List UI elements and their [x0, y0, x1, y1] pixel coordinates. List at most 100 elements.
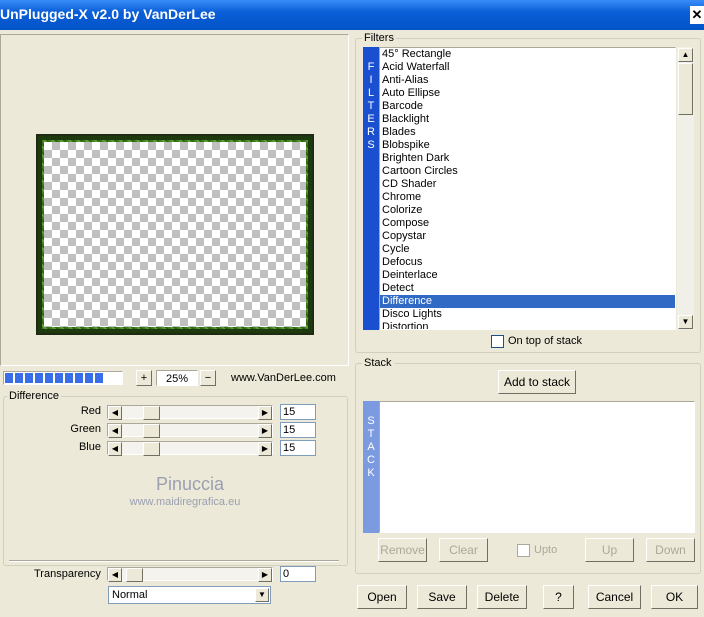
scroll-up-icon[interactable]: ▲ [678, 48, 693, 62]
tab-letter: F [367, 61, 375, 73]
slider-value[interactable]: 15 [280, 440, 316, 456]
watermark-name: Pinuccia [155, 474, 225, 494]
slider-left-arrow[interactable]: ◀ [108, 406, 122, 420]
filter-list-item[interactable]: Blobspike [380, 139, 675, 152]
transparency-value[interactable]: 0 [280, 566, 316, 582]
difference-group-label: Difference [7, 390, 61, 402]
slider-label: Blue [78, 441, 101, 453]
blend-mode-select[interactable]: Normal ▼ [108, 586, 271, 604]
slider-right-arrow[interactable]: ▶ [258, 406, 272, 420]
title-bar: UnPlugged-X v2.0 by VanDerLee ✕ [0, 0, 704, 30]
tab-letter: S [367, 415, 375, 427]
filter-list-item[interactable]: Blacklight [380, 113, 675, 126]
tab-letter: K [367, 467, 375, 479]
upto-label: Upto [534, 544, 558, 556]
filter-list-item[interactable]: 45° Rectangle [380, 48, 675, 61]
up-button[interactable]: Up [585, 538, 634, 562]
open-button[interactable]: Open [357, 585, 407, 609]
slider-thumb[interactable] [126, 568, 143, 582]
slider-label: Green [70, 423, 101, 435]
stack-tab: STACK [363, 401, 379, 533]
upto-checkbox[interactable] [517, 544, 530, 557]
clear-button[interactable]: Clear [439, 538, 488, 562]
filters-group-label: Filters [362, 32, 396, 44]
down-button[interactable]: Down [646, 538, 695, 562]
zoom-in-button[interactable]: + [136, 370, 152, 386]
filter-list-item[interactable]: Disco Lights [380, 308, 675, 321]
tab-letter: E [367, 113, 375, 125]
watermark-url: www.maidiregrafica.eu [129, 496, 241, 508]
on-top-checkbox[interactable] [491, 335, 504, 348]
preview-panel[interactable] [0, 34, 349, 366]
remove-button[interactable]: Remove [378, 538, 427, 562]
stack-group-label: Stack [362, 357, 394, 369]
slider-value[interactable]: 15 [280, 404, 316, 420]
slider-left-arrow[interactable]: ◀ [108, 424, 122, 438]
filter-list-item[interactable]: CD Shader [380, 178, 675, 191]
transparency-slider[interactable]: ◀ ▶ [107, 567, 273, 582]
filter-list-item[interactable]: Detect [380, 282, 675, 295]
value-slider[interactable]: ◀ ▶ [107, 441, 273, 456]
filter-list-item[interactable]: Chrome [380, 191, 675, 204]
value-slider[interactable]: ◀ ▶ [107, 405, 273, 420]
slider-left-arrow[interactable]: ◀ [108, 442, 122, 456]
tab-letter: T [367, 428, 375, 440]
cancel-button[interactable]: Cancel [588, 585, 641, 609]
scroll-down-icon[interactable]: ▼ [678, 315, 693, 329]
tab-letter: S [367, 139, 375, 151]
filter-list[interactable]: 45° Rectangle Acid Waterfall Anti-Alias Aut… [379, 47, 676, 330]
filter-list-item[interactable]: Acid Waterfall [380, 61, 675, 74]
blend-mode-value: Normal [112, 589, 148, 601]
slider-value[interactable]: 15 [280, 422, 316, 438]
divider [9, 560, 339, 562]
add-to-stack-button[interactable]: Add to stack [498, 370, 576, 394]
filter-list-item[interactable]: Compose [380, 217, 675, 230]
slider-right-arrow[interactable]: ▶ [258, 442, 272, 456]
help-button[interactable]: ? [543, 585, 574, 609]
ok-button[interactable]: OK [651, 585, 698, 609]
tab-letter: A [367, 441, 375, 453]
transparency-label: Transparency [34, 568, 101, 580]
filter-list-item[interactable]: Difference [380, 295, 675, 308]
scroll-thumb[interactable] [678, 63, 693, 115]
zoom-value: 25% [156, 370, 198, 386]
minus-icon: − [204, 372, 212, 384]
tab-letter: I [369, 74, 373, 86]
value-slider[interactable]: ◀ ▶ [107, 423, 273, 438]
slider-right-arrow[interactable]: ▶ [258, 568, 272, 582]
filter-list-item[interactable]: Colorize [380, 204, 675, 217]
save-button[interactable]: Save [417, 585, 467, 609]
filter-list-item[interactable]: Barcode [380, 100, 675, 113]
filters-tab: FILTERS [363, 47, 379, 330]
filter-list-item[interactable]: Deinterlace [380, 269, 675, 282]
slider-thumb[interactable] [143, 406, 160, 420]
stack-list[interactable] [379, 401, 695, 533]
preview-image [36, 134, 314, 335]
filter-list-item[interactable]: Brighten Dark [380, 152, 675, 165]
zoom-out-button[interactable]: − [200, 370, 216, 386]
slider-thumb[interactable] [143, 424, 160, 438]
filter-list-item[interactable]: Copystar [380, 230, 675, 243]
slider-right-arrow[interactable]: ▶ [258, 424, 272, 438]
slider-left-arrow[interactable]: ◀ [108, 568, 122, 582]
website-link[interactable]: www.VanDerLee.com [231, 372, 336, 384]
filter-list-item[interactable]: Auto Ellipse [380, 87, 675, 100]
filter-list-item[interactable]: Cycle [380, 243, 675, 256]
slider-label: Red [80, 405, 101, 417]
filter-scrollbar[interactable]: ▲ ▼ [677, 47, 694, 330]
filter-list-item[interactable]: Anti-Alias [380, 74, 675, 87]
close-icon: ✕ [691, 7, 703, 22]
window-title: UnPlugged-X v2.0 by VanDerLee [0, 6, 216, 22]
close-button[interactable]: ✕ [690, 6, 704, 24]
slider-thumb[interactable] [143, 442, 160, 456]
filter-list-item[interactable]: Distortion [380, 321, 675, 329]
chevron-down-icon[interactable]: ▼ [255, 588, 269, 602]
filter-list-item[interactable]: Blades [380, 126, 675, 139]
tab-letter: C [367, 454, 375, 466]
filter-list-item[interactable]: Defocus [380, 256, 675, 269]
delete-button[interactable]: Delete [477, 585, 527, 609]
tab-letter: L [367, 87, 375, 99]
transparent-area [44, 142, 306, 327]
filter-list-item[interactable]: Cartoon Circles [380, 165, 675, 178]
tab-letter: R [367, 126, 375, 138]
